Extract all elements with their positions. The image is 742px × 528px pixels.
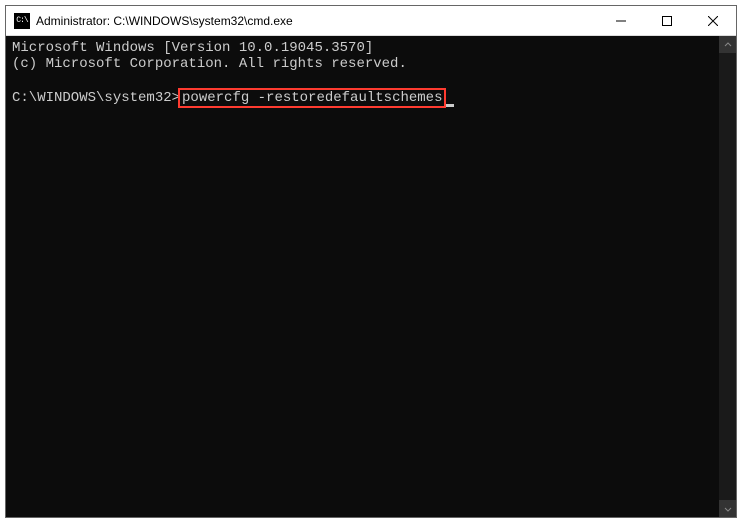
console-command: powercfg -restoredefaultschemes	[182, 90, 442, 106]
scrollbar-track[interactable]	[719, 53, 736, 500]
maximize-icon	[662, 16, 672, 26]
maximize-button[interactable]	[644, 6, 690, 35]
cmd-icon: C:\	[14, 13, 30, 29]
close-icon	[708, 16, 718, 26]
minimize-button[interactable]	[598, 6, 644, 35]
scroll-down-button[interactable]	[719, 500, 736, 517]
text-cursor	[446, 104, 454, 107]
chevron-down-icon	[724, 505, 732, 513]
console-line-copyright: (c) Microsoft Corporation. All rights re…	[12, 56, 407, 72]
minimize-icon	[616, 16, 626, 26]
chevron-up-icon	[724, 41, 732, 49]
vertical-scrollbar[interactable]	[719, 36, 736, 517]
console-prompt: C:\WINDOWS\system32>	[12, 90, 180, 106]
close-button[interactable]	[690, 6, 736, 35]
window-title: Administrator: C:\WINDOWS\system32\cmd.e…	[36, 14, 598, 28]
console-output[interactable]: Microsoft Windows [Version 10.0.19045.35…	[6, 36, 719, 517]
titlebar[interactable]: C:\ Administrator: C:\WINDOWS\system32\c…	[6, 6, 736, 36]
console-line-version: Microsoft Windows [Version 10.0.19045.35…	[12, 40, 373, 56]
window-controls	[598, 6, 736, 35]
cmd-window: C:\ Administrator: C:\WINDOWS\system32\c…	[5, 5, 737, 518]
scroll-up-button[interactable]	[719, 36, 736, 53]
console-area: Microsoft Windows [Version 10.0.19045.35…	[6, 36, 736, 517]
command-highlight: powercfg -restoredefaultschemes	[178, 88, 446, 108]
